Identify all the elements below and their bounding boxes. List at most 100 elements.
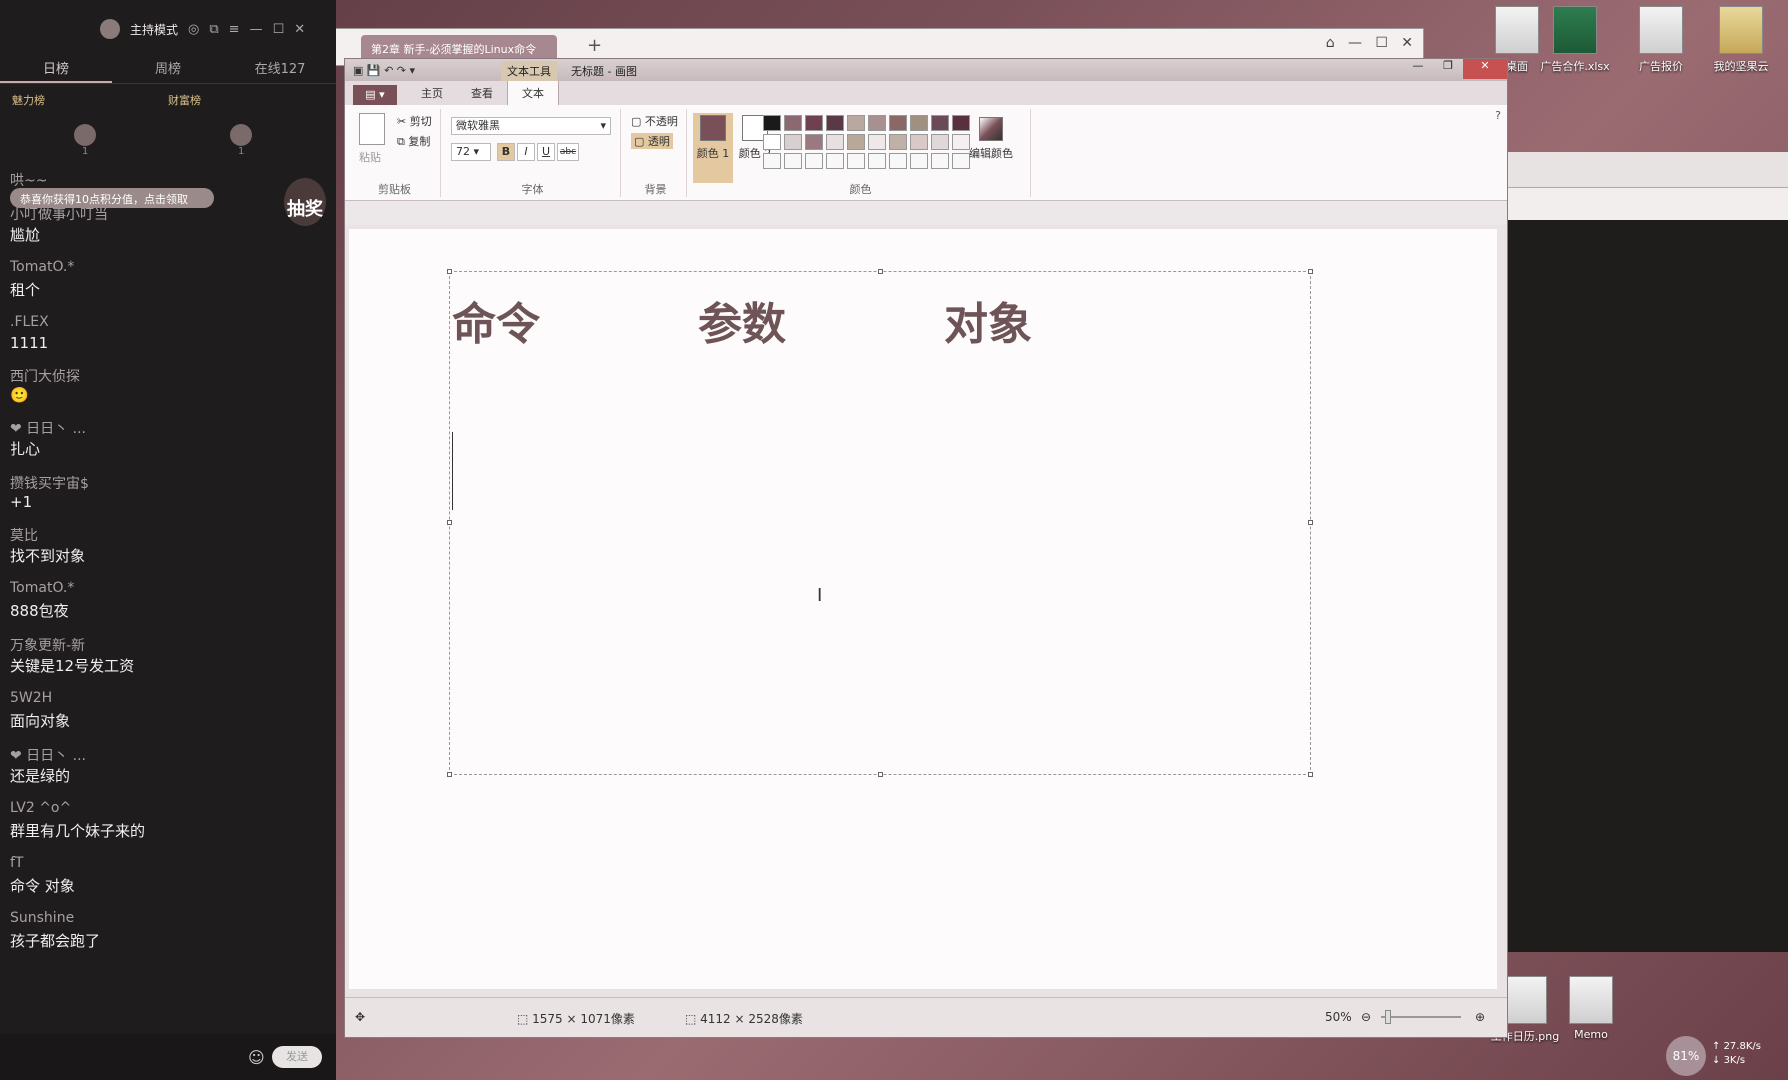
chat-username[interactable]: TomatO.* [10,259,326,279]
palette-swatch[interactable] [826,115,844,131]
italic-button[interactable]: I [517,143,535,161]
palette-swatch[interactable] [889,153,907,169]
emoji-icon[interactable]: ☺ [248,1048,265,1067]
resize-handle[interactable] [447,772,452,777]
underline-button[interactable]: U [537,143,555,161]
chat-username[interactable]: ❤ 日日丶 ... [10,745,326,765]
wealth-rank[interactable]: 财富榜 1 [168,92,324,162]
file-menu-button[interactable]: ▤ ▾ [353,85,397,105]
resize-handle[interactable] [1308,520,1313,525]
resize-handle[interactable] [447,269,452,274]
minimize-icon[interactable]: — [250,22,263,37]
settings-icon[interactable]: ◎ [188,22,199,37]
zoom-out-button[interactable]: ⊖ [1361,1010,1371,1024]
chat-username[interactable]: 万象更新-新 [10,635,326,655]
palette-swatch[interactable] [763,153,781,169]
palette-swatch[interactable] [826,153,844,169]
chat-username[interactable]: Sunshine [10,910,326,930]
text-box[interactable]: 命令 参数 对象 [447,269,1313,777]
chat-username[interactable]: 莫比 [10,525,326,545]
palette-swatch[interactable] [763,115,781,131]
close-icon[interactable]: ✕ [294,22,305,37]
drawing-canvas[interactable]: 命令 参数 对象 I [349,229,1497,989]
chat-username[interactable]: LV2 ^o^ [10,800,326,820]
lottery-button[interactable]: 抽奖 [284,178,326,226]
minimize-button[interactable]: — [1403,59,1433,79]
chat-username[interactable]: 西门大侦探 [10,366,326,386]
tab-online[interactable]: 在线127 [224,58,336,83]
palette-swatch[interactable] [910,134,928,150]
resize-handle[interactable] [1308,269,1313,274]
tab-text[interactable]: 文本 [507,80,559,105]
palette-swatch[interactable] [826,134,844,150]
transparent-option[interactable]: ▢ 透明 [631,133,673,149]
desktop-icon-nutstore[interactable]: 我的坚果云 [1696,6,1786,74]
avatar[interactable] [100,19,120,39]
zoom-in-button[interactable]: ⊕ [1475,1010,1485,1024]
bold-button[interactable]: B [497,143,515,161]
palette-swatch[interactable] [805,153,823,169]
chat-username[interactable]: 攒钱买宇宙$ [10,473,326,493]
opaque-option[interactable]: ▢ 不透明 [631,113,678,129]
strikethrough-button[interactable]: abc [557,143,579,161]
palette-swatch[interactable] [889,115,907,131]
help-icon[interactable]: ? [1495,109,1501,122]
zoom-slider[interactable] [1381,1016,1461,1018]
maximize-icon[interactable]: ☐ [273,22,285,37]
font-family-select[interactable]: 微软雅黑 ▾ [451,117,611,135]
palette-swatch[interactable] [931,115,949,131]
palette-swatch[interactable] [889,134,907,150]
palette-swatch[interactable] [910,115,928,131]
maximize-button[interactable]: ❐ [1433,59,1463,79]
color1-button[interactable]: 颜色 1 [693,113,733,183]
palette-swatch[interactable] [784,153,802,169]
close-button[interactable]: ✕ [1463,59,1507,79]
palette-swatch[interactable] [805,134,823,150]
send-button[interactable]: 发送 [272,1046,322,1068]
resize-handle[interactable] [1308,772,1313,777]
chat-username[interactable]: TomatO.* [10,580,326,600]
browser-window-controls[interactable]: ⌂ — ☐ ✕ [1326,35,1413,51]
palette-swatch[interactable] [784,134,802,150]
tab-daily[interactable]: 日榜 [0,58,112,83]
palette-swatch[interactable] [847,115,865,131]
font-size-select[interactable]: 72 ▾ [451,143,491,161]
popout-icon[interactable]: ⧉ [209,22,218,37]
zoom-slider-thumb[interactable] [1385,1010,1391,1024]
palette-swatch[interactable] [784,115,802,131]
new-tab-button[interactable]: + [587,35,602,56]
chat-username[interactable]: ❤ 日日丶 ... [10,418,326,438]
chat-username[interactable]: 哄~~ [10,170,326,190]
palette-swatch[interactable] [868,134,886,150]
palette-swatch[interactable] [931,153,949,169]
cpu-meter[interactable]: 81% [1666,1036,1706,1076]
tab-view[interactable]: 查看 [457,81,507,105]
menu-icon[interactable]: ≡ [229,22,240,37]
palette-swatch[interactable] [763,134,781,150]
quick-access-toolbar[interactable]: ▣ 💾 ↶ ↷ ▾ [353,64,415,77]
copy-button[interactable]: ⧉ 复制 [397,133,430,149]
palette-swatch[interactable] [868,115,886,131]
reward-banner[interactable]: 恭喜你获得10点积分值，点击领取 [10,188,214,208]
chat-username[interactable]: .FLEX [10,314,326,334]
charm-rank[interactable]: 魅力榜 1 [12,92,168,162]
paste-button[interactable]: 粘贴 [359,149,381,165]
palette-swatch[interactable] [931,134,949,150]
palette-swatch[interactable] [805,115,823,131]
tab-weekly[interactable]: 周榜 [112,58,224,83]
edit-colors-button[interactable]: 编辑颜色 [961,117,1021,161]
resize-handle[interactable] [878,269,883,274]
tab-home[interactable]: 主页 [407,81,457,105]
palette-swatch[interactable] [847,134,865,150]
cut-button[interactable]: ✂ 剪切 [397,113,432,129]
palette-swatch[interactable] [868,153,886,169]
palette-swatch[interactable] [910,153,928,169]
paste-icon[interactable] [359,113,385,145]
desktop-icon-memo[interactable]: Memo [1546,976,1636,1041]
desktop-icon-ad-price[interactable]: 广告报价 [1616,6,1706,74]
palette-swatch[interactable] [847,153,865,169]
chat-username[interactable]: fT [10,855,326,875]
chat-username[interactable]: 5W2H [10,690,326,710]
resize-handle[interactable] [447,520,452,525]
resize-handle[interactable] [878,772,883,777]
